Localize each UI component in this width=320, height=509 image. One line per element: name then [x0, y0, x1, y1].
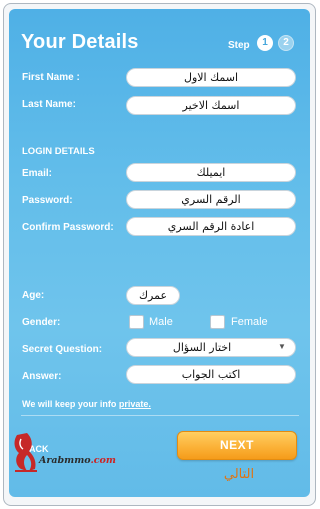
- login-details-heading: LOGIN DETAILS: [22, 146, 95, 157]
- step-2-indicator[interactable]: 2: [278, 35, 294, 51]
- email-label: Email:: [22, 168, 53, 179]
- privacy-link[interactable]: private.: [119, 399, 151, 409]
- arabmmo-watermark: Arabmmo.com: [39, 455, 116, 466]
- confirm-password-input[interactable]: اعادة الرقم السري: [126, 217, 296, 236]
- registration-panel: Your Details Step 1 2 First Name : اسمك …: [9, 9, 310, 497]
- next-button[interactable]: NEXT: [177, 431, 297, 460]
- password-label: Password:: [22, 195, 73, 206]
- gender-female-checkbox[interactable]: [210, 315, 225, 329]
- email-input[interactable]: ايميلك: [126, 163, 296, 182]
- answer-input[interactable]: اكتب الجواب: [126, 365, 296, 384]
- gender-male-checkbox[interactable]: [129, 315, 144, 329]
- password-input[interactable]: الرقم السري: [126, 190, 296, 209]
- chevron-down-icon[interactable]: ▼: [272, 338, 292, 355]
- gender-label: Gender:: [22, 317, 61, 328]
- arabmmo-logo-icon: [14, 433, 37, 472]
- age-label: Age:: [22, 290, 45, 301]
- secret-question-label: Secret Question:: [22, 344, 103, 355]
- next-arabic-label: التالي: [223, 467, 255, 482]
- step-1-indicator[interactable]: 1: [257, 35, 273, 51]
- page-title: Your Details: [21, 31, 139, 53]
- gender-male-label: Male: [149, 316, 173, 328]
- answer-label: Answer:: [22, 371, 62, 382]
- last-name-input[interactable]: اسمك الاخير: [126, 96, 296, 115]
- step-label: Step: [228, 40, 250, 51]
- first-name-input[interactable]: اسمك الاول: [126, 68, 296, 87]
- privacy-text: We will keep your info: [22, 399, 117, 409]
- last-name-label: Last Name:: [22, 99, 76, 110]
- age-input[interactable]: عمرك: [126, 286, 180, 305]
- first-name-label: First Name :: [22, 72, 80, 83]
- confirm-password-label: Confirm Password:: [22, 222, 114, 233]
- privacy-note: We will keep your info private.: [22, 399, 151, 409]
- divider: [21, 415, 299, 416]
- secret-question-select[interactable]: اختار السؤال: [126, 338, 296, 357]
- gender-female-label: Female: [231, 316, 268, 328]
